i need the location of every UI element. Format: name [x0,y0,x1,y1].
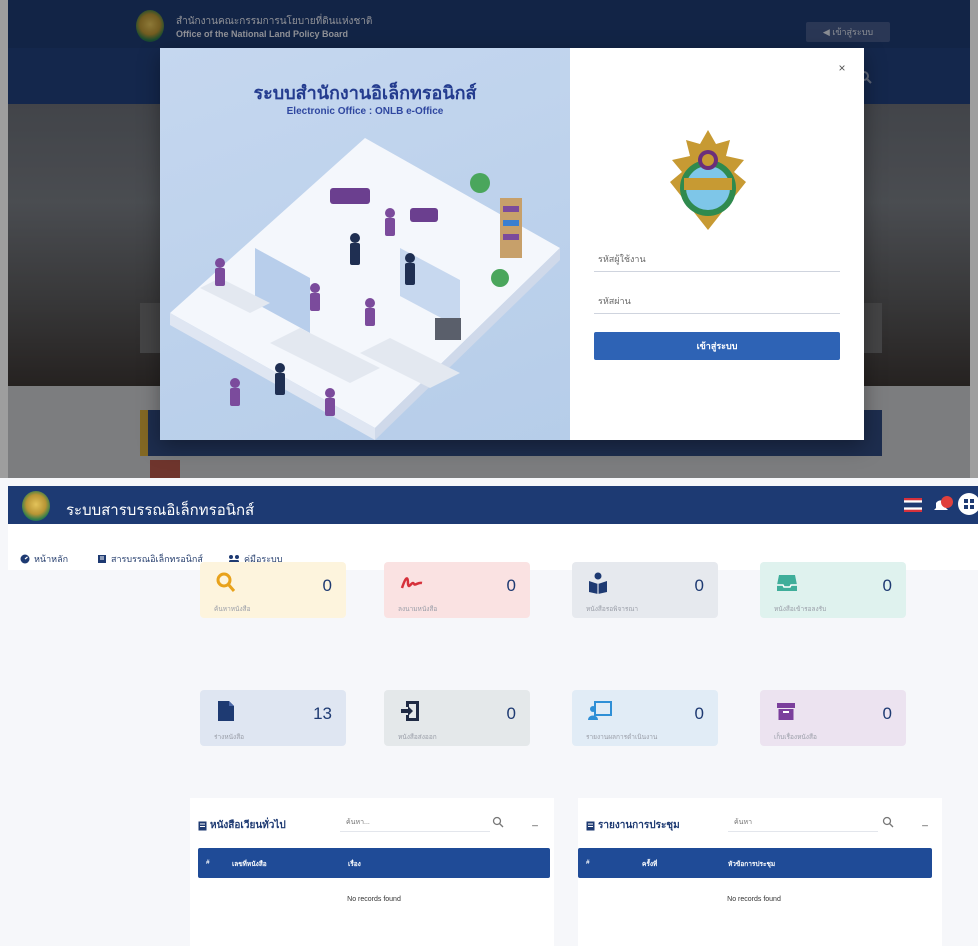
stat-card-sign[interactable]: 0 ลงนามหนังสือ [384,562,530,618]
book-icon [586,821,595,830]
office-illustration [170,138,560,440]
notification-bell-icon[interactable] [932,494,954,514]
username-input[interactable] [594,246,840,272]
stat-card-search[interactable]: 0 ค้นหาหนังสือ [200,562,346,618]
stat-value: 0 [506,576,516,595]
system-title-en: Electronic Office : ONLB e-Office [286,106,444,117]
stat-value: 0 [694,576,704,595]
stat-label: ลงนามหนังสือ [398,606,438,613]
signature-icon [400,577,423,589]
file-icon [218,701,234,721]
column-header[interactable]: # [206,859,210,866]
thai-flag-icon[interactable] [904,498,922,512]
column-header[interactable]: หัวข้อการประชุม [728,859,775,869]
stat-label: ค้นหาหนังสือ [214,606,251,613]
password-input[interactable] [594,288,840,314]
panel-title-text: รายงานการประชุม [598,820,680,831]
stat-label: หนังสือเข้ารอลงรับ [774,606,827,613]
table-header: # ครั้งที่ หัวข้อการประชุม [578,848,932,878]
apps-grid-icon[interactable] [958,493,978,515]
stat-card-pending[interactable]: 0 หนังสือรอพิจารณา [572,562,718,618]
menu-label: หน้าหลัก [34,554,69,564]
minimize-icon[interactable]: _ [920,817,930,828]
presentation-icon [588,701,612,720]
panel-search-input[interactable] [728,814,878,832]
table-header: # เลขที่หนังสือ เรื่อง [198,848,550,878]
stat-label: หนังสือส่งออก [398,734,437,741]
search-icon[interactable] [492,816,504,828]
system-title-th: ระบบสำนักงานอิเล็กทรอนิกส์ [253,83,477,103]
panel-title: รายงานการประชุม [586,818,680,833]
panel-search-input[interactable] [340,814,490,832]
stat-value: 0 [506,704,516,723]
screenshot-root: สำนักงานคณะกรรมการนโยบายที่ดินแห่งชาติ O… [0,0,978,946]
search-icon [216,572,236,592]
book-icon [198,821,207,830]
column-header[interactable]: ครั้งที่ [642,859,657,869]
column-header[interactable]: เลขที่หนังสือ [232,859,267,869]
empty-table-message: No records found [347,896,401,903]
search-icon[interactable] [882,816,894,828]
minimize-icon[interactable]: _ [530,817,540,828]
stat-value: 13 [313,704,332,723]
inbox-icon [777,575,797,591]
stat-card-draft[interactable]: 13 ร่างหนังสือ [200,690,346,746]
menu-label: สารบรรณอิเล็กทรอนิกส์ [111,554,203,564]
stat-card-archive[interactable]: 0 เก็บเรื่องหนังสือ [760,690,906,746]
stat-label: ร่างหนังสือ [214,734,245,741]
menu-item-e-correspondence[interactable]: สารบรรณอิเล็กทรอนิกส์ [97,552,203,566]
stat-value: 0 [322,576,332,595]
column-header[interactable]: เรื่อง [348,859,361,869]
stat-label: หนังสือรอพิจารณา [586,606,639,613]
stat-label: รายงานผลการดำเนินงาน [586,734,658,741]
close-icon[interactable]: × [834,60,850,76]
menu-item-home[interactable]: หน้าหลัก [20,552,68,566]
empty-table-message: No records found [727,896,781,903]
stat-label: เก็บเรื่องหนังสือ [774,734,817,741]
login-screen: สำนักงานคณะกรรมการนโยบายที่ดินแห่งชาติ O… [0,0,978,478]
dashboard-icon [20,554,30,564]
stat-card-inbox[interactable]: 0 หนังสือเข้ารอลงรับ [760,562,906,618]
panel-title: หนังสือเวียนทั่วไป [198,818,286,833]
stat-value: 0 [694,704,704,723]
sign-in-icon [401,701,419,721]
panel-title-text: หนังสือเวียนทั่วไป [210,820,286,831]
stat-card-outgoing[interactable]: 0 หนังสือส่งออก [384,690,530,746]
stat-card-report[interactable]: 0 รายงานผลการดำเนินงาน [572,690,718,746]
book-icon [98,555,106,563]
office-illustration-panel: ระบบสำนักงานอิเล็กทรอนิกส์ Electronic Of… [160,48,570,440]
onlb-emblem [670,130,746,230]
archive-icon [777,703,795,720]
column-header[interactable]: # [586,859,590,866]
app-title: ระบบสารบรรณอิเล็กทรอนิกส์ [66,502,255,519]
login-submit-button[interactable]: เข้าสู่ระบบ [594,332,840,360]
login-modal: ระบบสำนักงานอิเล็กทรอนิกส์ Electronic Of… [160,48,864,440]
app-logo[interactable] [22,491,50,521]
meeting-reports-panel: รายงานการประชุม _ # ครั้งที่ หัวข้อการปร… [578,798,942,946]
stat-value: 0 [882,704,892,723]
stat-value: 0 [882,576,892,595]
dashboard-screen: ระบบสารบรรณอิเล็กทรอนิกส์ หน้าหลัก สารบร… [0,478,978,946]
circular-letters-panel: หนังสือเวียนทั่วไป _ # เลขที่หนังสือ เรื… [190,798,554,946]
reader-icon [589,572,607,594]
